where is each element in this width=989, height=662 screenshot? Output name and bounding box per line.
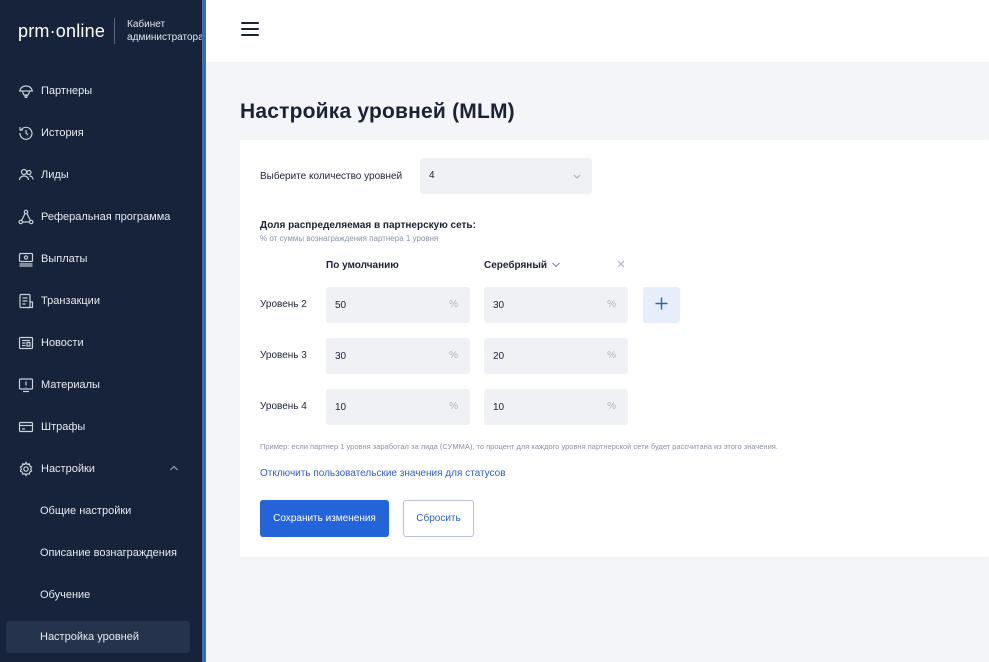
sidebar-item-partners[interactable]: Партнеры — [0, 70, 202, 112]
percent-sign: % — [449, 401, 458, 412]
card-icon — [18, 419, 34, 435]
level-3-label: Уровень 3 — [260, 350, 307, 361]
sidebar-item-label: Выплаты — [41, 253, 88, 265]
input-value: 30 — [493, 300, 505, 311]
column-header-default: По умолчанию — [326, 260, 399, 271]
handshake-icon — [18, 83, 34, 99]
input-value: 10 — [493, 402, 505, 413]
percent-sign: % — [607, 350, 616, 361]
sidebar-item-settings[interactable]: Настройки — [0, 448, 202, 490]
sidebar-item-label: Реферальная программа — [41, 211, 171, 223]
topbar — [206, 0, 989, 62]
sidebar-item-label: Новости — [41, 337, 84, 349]
level-3-default-input[interactable]: 30 % — [326, 338, 470, 374]
sidebar-subitem-levels-settings[interactable]: Настройка уровней — [6, 621, 190, 653]
level-2-label: Уровень 2 — [260, 299, 307, 310]
level-3-status-input[interactable]: 20 % — [484, 338, 628, 374]
materials-icon — [18, 377, 34, 393]
users-icon — [18, 167, 34, 183]
share-subtitle: % от суммы вознаграждения партнера 1 уро… — [260, 234, 439, 243]
sidebar-item-news[interactable]: Новости — [0, 322, 202, 364]
close-icon[interactable] — [616, 259, 626, 269]
chevron-down-icon — [573, 174, 581, 179]
input-value: 10 — [335, 402, 347, 413]
newspaper-icon — [18, 335, 34, 351]
plus-icon — [655, 297, 668, 310]
percent-sign: % — [449, 299, 458, 310]
input-value: 20 — [493, 351, 505, 362]
sidebar-item-referral[interactable]: Реферальная программа — [0, 196, 202, 238]
level-2-status-input[interactable]: 30 % — [484, 287, 628, 323]
levels-count-select[interactable]: 4 — [420, 158, 592, 194]
level-4-default-input[interactable]: 10 % — [326, 389, 470, 425]
add-status-column-button[interactable] — [643, 287, 680, 323]
sidebar-item-label: Лиды — [41, 169, 69, 181]
cabinet-subtitle: Кабинет администратора — [127, 19, 204, 43]
sidebar-subitem-general-settings[interactable]: Общие настройки — [0, 495, 202, 527]
column-header-status[interactable]: Серебряный — [484, 260, 547, 271]
share-nodes-icon — [18, 209, 34, 225]
sidebar-item-label: Настройки — [41, 463, 95, 475]
level-2-default-input[interactable]: 50 % — [326, 287, 470, 323]
chevron-up-icon[interactable] — [168, 462, 180, 474]
page-title: Настройка уровней (MLM) — [240, 100, 515, 123]
logo[interactable]: prm·online — [18, 21, 105, 42]
brand[interactable]: prm·online Кабинет администратора — [18, 18, 204, 44]
disable-custom-values-link[interactable]: Отключить пользовательские значения для … — [260, 468, 506, 479]
sidebar-item-payouts[interactable]: Выплаты — [0, 238, 202, 280]
percent-sign: % — [449, 350, 458, 361]
sidebar-subitem-training[interactable]: Обучение — [0, 579, 202, 611]
sidebar-item-label: Штрафы — [41, 421, 86, 433]
share-title: Доля распределяемая в партнерскую сеть: — [260, 220, 476, 231]
levels-count-label: Выберите количество уровней — [260, 171, 403, 182]
hamburger-icon[interactable] — [241, 22, 259, 38]
sidebar-item-label: Транзакции — [41, 295, 100, 307]
status-dropdown-icon[interactable] — [551, 261, 561, 269]
level-4-status-input[interactable]: 10 % — [484, 389, 628, 425]
levels-settings-card: Выберите количество уровней 4 Доля распр… — [240, 140, 989, 557]
sidebar-item-history[interactable]: История — [0, 112, 202, 154]
sidebar-item-label: История — [41, 127, 84, 139]
sidebar-item-leads[interactable]: Лиды — [0, 154, 202, 196]
input-value: 50 — [335, 300, 347, 311]
save-button[interactable]: Сохранить изменения — [260, 500, 389, 537]
sidebar-item-materials[interactable]: Материалы — [0, 364, 202, 406]
sidebar-item-label: Партнеры — [41, 85, 93, 97]
sidebar-item-penalties[interactable]: Штрафы — [0, 406, 202, 448]
sidebar-edge — [202, 0, 206, 662]
history-icon — [18, 125, 34, 141]
percent-sign: % — [607, 401, 616, 412]
brand-divider — [114, 18, 116, 44]
transactions-icon — [18, 293, 34, 309]
reset-button[interactable]: Сбросить — [403, 500, 474, 537]
gear-icon — [18, 461, 34, 477]
sidebar: prm·online Кабинет администратора Партне… — [0, 0, 204, 662]
sidebar-subitem-reward-description[interactable]: Описание вознаграждения — [0, 537, 202, 569]
input-value: 30 — [335, 351, 347, 362]
levels-count-value: 4 — [429, 170, 435, 181]
example-note: Пример: если партнер 1 уровня заработал … — [260, 442, 778, 451]
payouts-icon — [18, 251, 34, 267]
percent-sign: % — [607, 299, 616, 310]
sidebar-item-transactions[interactable]: Транзакции — [0, 280, 202, 322]
level-4-label: Уровень 4 — [260, 401, 307, 412]
sidebar-item-label: Материалы — [41, 379, 100, 391]
